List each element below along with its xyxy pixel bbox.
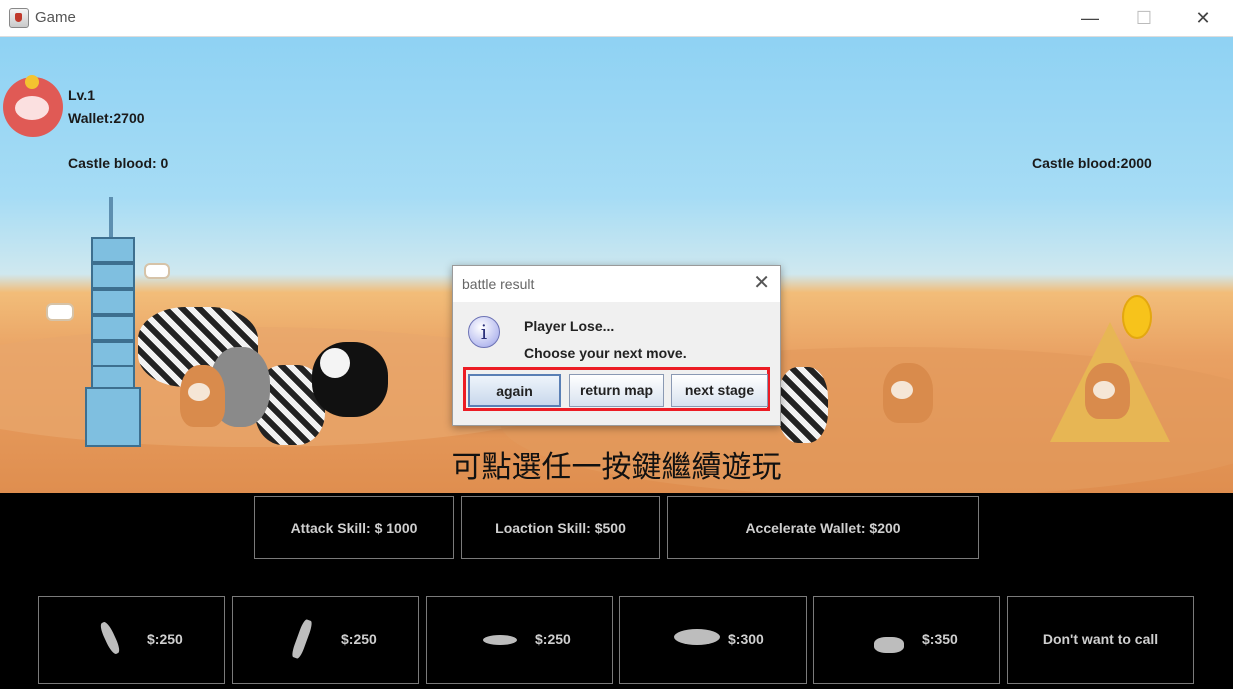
shark-silhouette-icon bbox=[483, 635, 517, 645]
battle-result-dialog: battle result ✕ i Player Lose... Choose … bbox=[452, 265, 781, 426]
unit-slot-3[interactable]: $:250 bbox=[426, 596, 613, 684]
dont-call-label: Don't want to call bbox=[1042, 631, 1159, 647]
minimize-button[interactable]: — bbox=[1067, 0, 1113, 36]
window-title: Game bbox=[35, 9, 76, 26]
whale-silhouette-icon bbox=[674, 629, 720, 645]
player-castle-blood: Castle blood: 0 bbox=[68, 155, 169, 171]
accelerate-wallet-button[interactable]: Accelerate Wallet: $200 bbox=[667, 496, 979, 559]
continue-hint-text: 可點選任一按鍵繼續遊玩 bbox=[451, 450, 782, 485]
enemy-castle-blood: Castle blood:2000 bbox=[1032, 155, 1152, 171]
pixel-cloud bbox=[144, 263, 170, 279]
attack-skill-label: Attack Skill: $ 1000 bbox=[290, 520, 418, 536]
koala-silhouette-icon bbox=[98, 620, 122, 656]
java-app-icon bbox=[9, 8, 29, 28]
attack-skill-button[interactable]: Attack Skill: $ 1000 bbox=[254, 496, 454, 559]
info-icon: i bbox=[468, 316, 500, 348]
location-skill-button[interactable]: Loaction Skill: $500 bbox=[461, 496, 660, 559]
unit-price: $:250 bbox=[147, 631, 183, 647]
zebra-unit bbox=[778, 367, 828, 443]
shop-panel: Attack Skill: $ 1000 Loaction Skill: $50… bbox=[0, 493, 1233, 689]
unit-slot-2[interactable]: $:250 bbox=[232, 596, 419, 684]
accelerate-wallet-label: Accelerate Wallet: $200 bbox=[745, 520, 901, 536]
dialog-titlebar: battle result bbox=[453, 266, 780, 302]
unit-price: $:350 bbox=[922, 631, 958, 647]
player-castle-tower bbox=[85, 197, 141, 447]
again-button[interactable]: again bbox=[468, 374, 561, 407]
level-label: Lv.1 bbox=[68, 87, 95, 103]
dont-call-button[interactable]: Don't want to call bbox=[1007, 596, 1194, 684]
fox-unit bbox=[1085, 363, 1130, 419]
unit-slot-5[interactable]: $:350 bbox=[813, 596, 1000, 684]
unit-slot-1[interactable]: $:250 bbox=[38, 596, 225, 684]
fox-unit bbox=[180, 365, 225, 427]
maximize-button[interactable]: ☐ bbox=[1121, 0, 1167, 36]
pixel-cloud bbox=[46, 303, 74, 321]
unit-price: $:250 bbox=[535, 631, 571, 647]
piggy-bank-icon bbox=[3, 75, 63, 137]
wallet-label: Wallet:2700 bbox=[68, 110, 145, 126]
dialog-message-result: Player Lose... bbox=[524, 318, 615, 334]
giraffe-silhouette-icon bbox=[290, 618, 314, 660]
panda-unit bbox=[312, 342, 388, 417]
dialog-title: battle result bbox=[462, 276, 535, 292]
close-window-button[interactable]: ✕ bbox=[1180, 0, 1226, 36]
location-skill-label: Loaction Skill: $500 bbox=[495, 520, 626, 536]
gold-coin-icon bbox=[1122, 295, 1152, 339]
unit-price: $:300 bbox=[728, 631, 764, 647]
unit-price: $:250 bbox=[341, 631, 377, 647]
window-titlebar: Game — ☐ ✕ bbox=[0, 0, 1233, 37]
next-stage-button[interactable]: next stage bbox=[671, 374, 768, 407]
return-map-button[interactable]: return map bbox=[569, 374, 664, 407]
dialog-message-prompt: Choose your next move. bbox=[524, 345, 687, 361]
rhino-silhouette-icon bbox=[874, 637, 904, 653]
fox-unit bbox=[883, 363, 933, 423]
unit-slot-4[interactable]: $:300 bbox=[619, 596, 807, 684]
dialog-close-icon[interactable]: ✕ bbox=[753, 272, 770, 294]
